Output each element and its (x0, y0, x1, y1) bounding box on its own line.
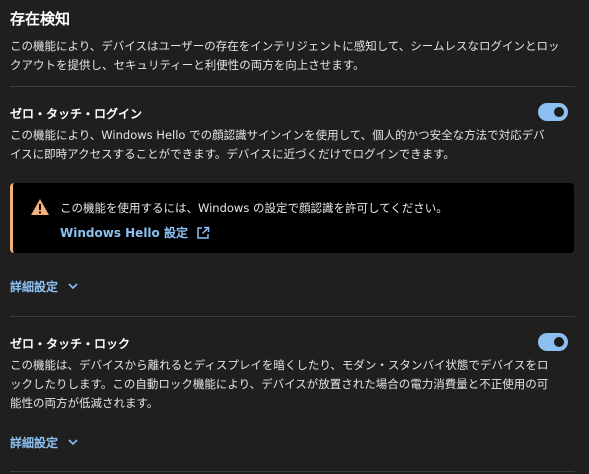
zero-touch-login-toggle[interactable] (538, 103, 568, 121)
warning-banner: この機能を使用するには、Windows の設定で顔認識を許可してください。 Wi… (10, 183, 574, 253)
divider (10, 316, 575, 317)
toggle-knob (554, 337, 564, 347)
external-link-icon (197, 226, 210, 239)
chevron-down-icon (68, 439, 78, 446)
chevron-down-icon (68, 283, 78, 290)
zero-touch-lock-advanced-settings[interactable]: 詳細設定 (10, 434, 78, 451)
warning-text: この機能を使用するには、Windows の設定で顔認識を許可してください。 (60, 201, 448, 215)
advanced-settings-label: 詳細設定 (10, 280, 59, 294)
warning-triangle-icon (31, 199, 49, 215)
divider (10, 471, 575, 472)
presence-detection-page: 存在検知 この機能により、デバイスはユーザーの存在をインテリジェントに感知して、… (0, 0, 589, 474)
zero-touch-login-title: ゼロ・タッチ・ログイン (10, 107, 143, 121)
zero-touch-login-description: この機能により、Windows Hello での顔認識サインインを使用して、個人… (10, 128, 545, 161)
section-title: 存在検知 (10, 10, 71, 28)
zero-touch-lock-description: この機能は、デバイスから離れるとディスプレイを暗くしたり、モダン・スタンバイ状態… (10, 358, 549, 410)
zero-touch-lock-toggle[interactable] (538, 333, 568, 351)
toggle-knob (554, 107, 564, 117)
zero-touch-lock-title: ゼロ・タッチ・ロック (10, 337, 131, 351)
divider (10, 86, 575, 87)
advanced-settings-label: 詳細設定 (10, 436, 59, 450)
windows-hello-settings-link[interactable]: Windows Hello 設定 (60, 224, 210, 241)
zero-touch-login-advanced-settings[interactable]: 詳細設定 (10, 278, 78, 295)
windows-hello-settings-label: Windows Hello 設定 (60, 226, 188, 240)
section-description: この機能により、デバイスはユーザーの存在をインテリジェントに感知して、シームレス… (10, 39, 560, 72)
